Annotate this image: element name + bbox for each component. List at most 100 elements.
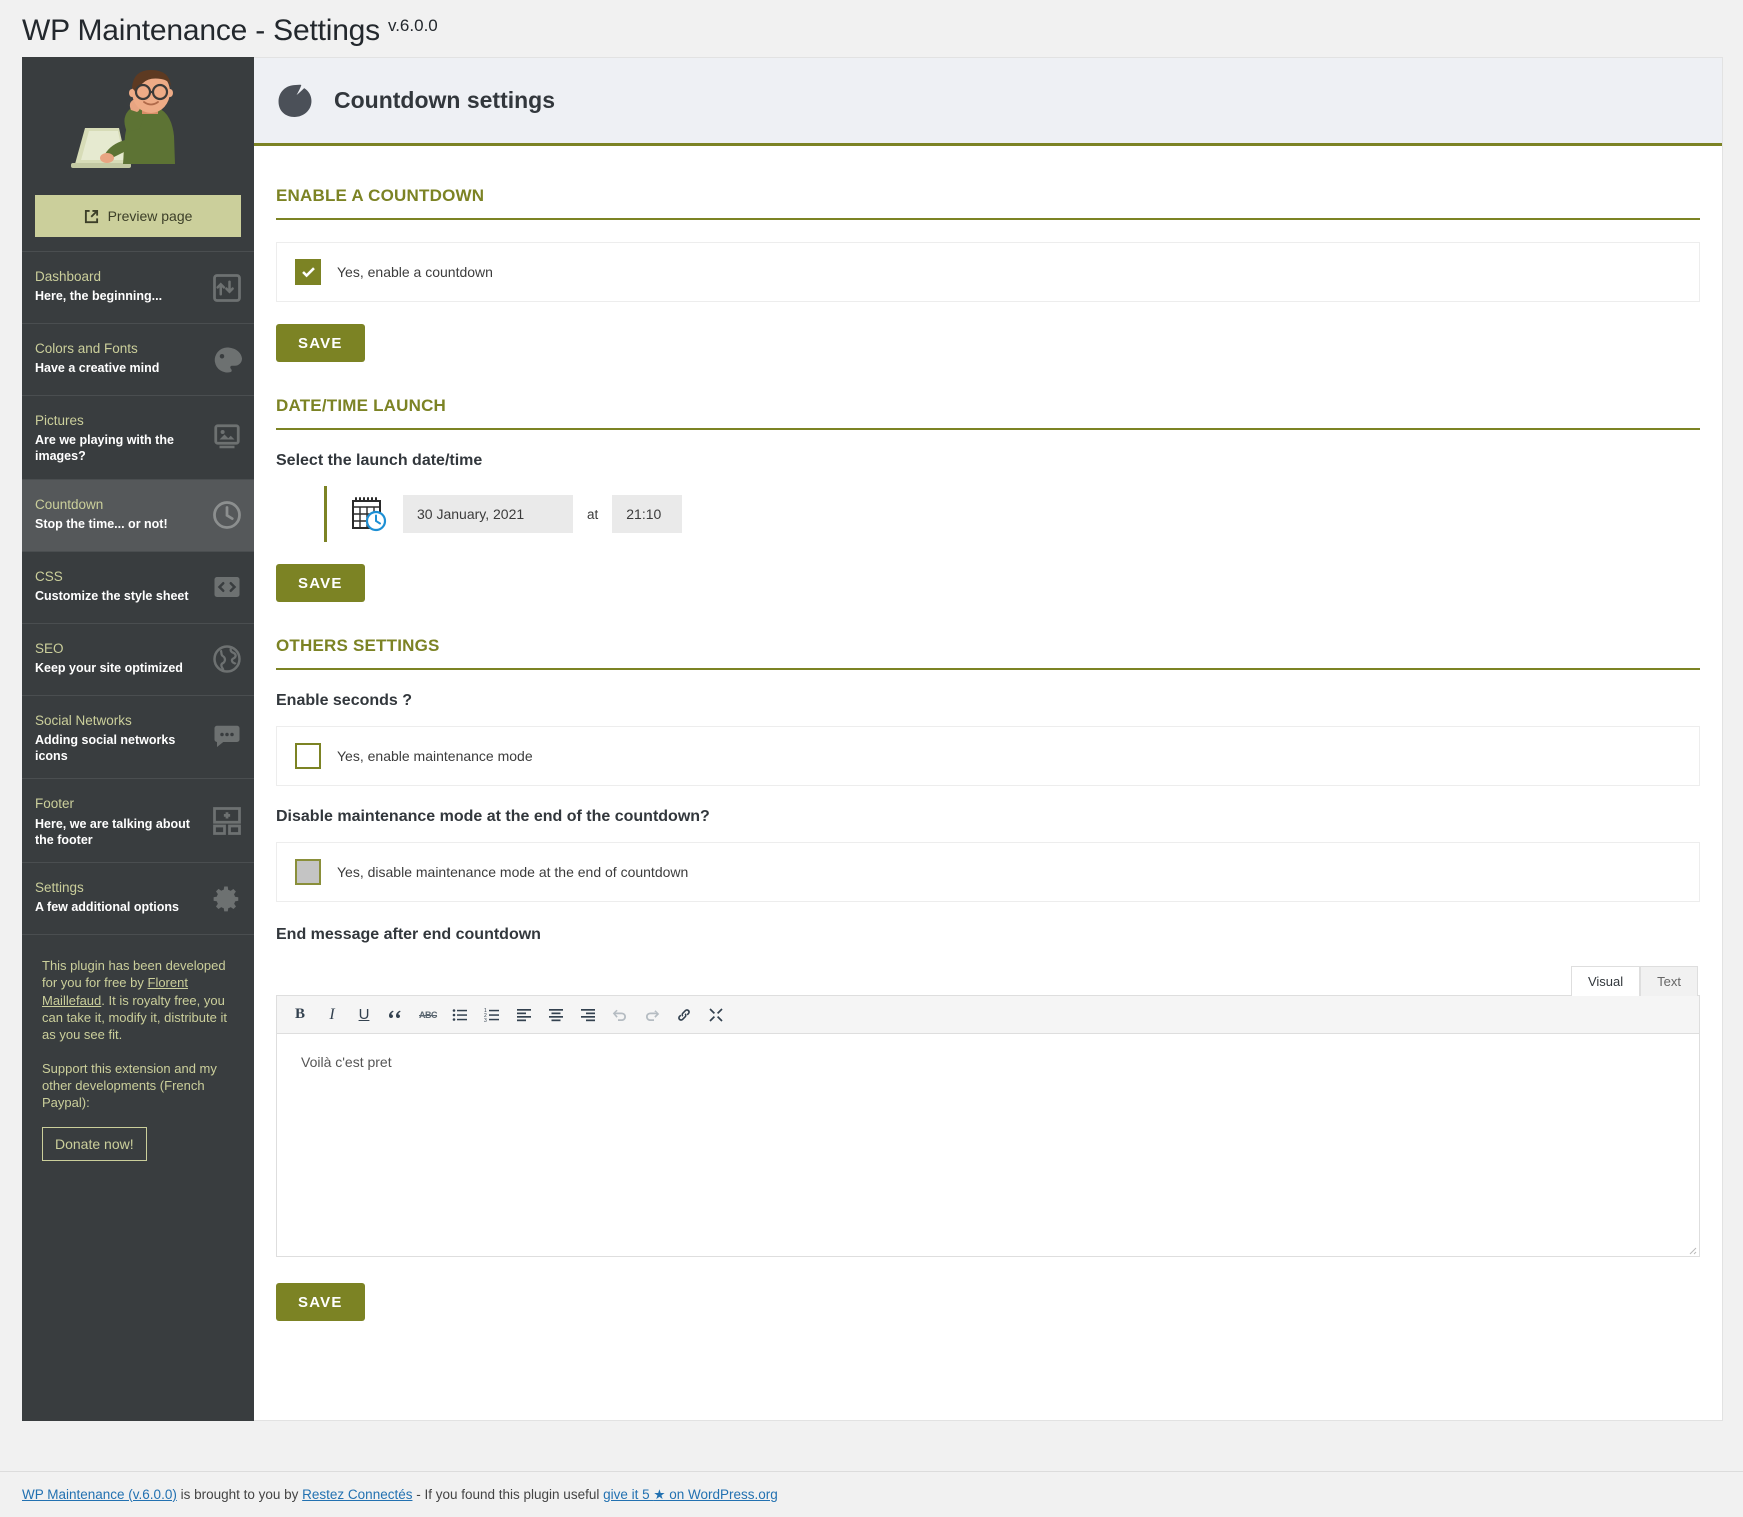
- section-title-enable-countdown: ENABLE A COUNTDOWN: [276, 186, 485, 205]
- sidebar-item-title: Dashboard: [35, 269, 102, 284]
- end-message-editor: Visual Text B I U ABC 1 2 3 Voilà c'est …: [276, 966, 1700, 1257]
- page-title-bar: WP Maintenance - Settings v.6.0.0: [0, 0, 1743, 57]
- sidebar-item-social-networks[interactable]: Social Networks Adding social networks i…: [22, 696, 254, 780]
- align-center-icon[interactable]: [541, 1000, 571, 1030]
- sidebar-credits: This plugin has been developed for you f…: [22, 935, 254, 1421]
- tab-visual[interactable]: Visual: [1570, 966, 1641, 996]
- editor-content-area[interactable]: Voilà c'est pret: [277, 1034, 1699, 1256]
- check-icon: [301, 266, 315, 277]
- numbered-list-icon[interactable]: 123: [477, 1000, 507, 1030]
- sidebar-item-footer[interactable]: Footer Here, we are talking about the fo…: [22, 779, 254, 864]
- palette-icon: [214, 347, 242, 372]
- chat-icon: [214, 725, 240, 748]
- developer-illustration-icon: [71, 70, 175, 168]
- sidebar-item-settings[interactable]: Settings A few additional options: [22, 863, 254, 936]
- content-body: ENABLE A COUNTDOWN Yes, enable a countdo…: [254, 146, 1722, 1321]
- blockquote-icon[interactable]: [381, 1000, 411, 1030]
- sidebar-item-subtitle: Adding social networks icons: [35, 732, 176, 764]
- page-title: WP Maintenance - Settings: [22, 14, 380, 47]
- enable-countdown-checkbox[interactable]: [295, 259, 321, 285]
- sidebar-item-subtitle: Stop the time... or not!: [35, 516, 168, 531]
- editor-content-text: Voilà c'est pret: [301, 1054, 392, 1070]
- footer-rate-link[interactable]: give it 5 ★ on WordPress.org: [603, 1487, 778, 1502]
- sidebar-item-dashboard[interactable]: Dashboard Here, the beginning...: [22, 252, 254, 324]
- bold-icon[interactable]: B: [285, 1000, 315, 1030]
- underline-icon[interactable]: U: [349, 1000, 379, 1030]
- footer-rate-post: on WordPress.org: [665, 1486, 778, 1502]
- sidebar-item-subtitle: Customize the style sheet: [35, 588, 189, 603]
- italic-icon[interactable]: I: [317, 1000, 347, 1030]
- editor-box: B I U ABC 123 Voilà c'est pret: [276, 995, 1700, 1257]
- sidebar-item-countdown[interactable]: Countdown Stop the time... or not!: [22, 479, 254, 552]
- sidebar-illustration: [22, 57, 254, 191]
- section-divider: [276, 668, 1700, 670]
- sidebar-menu: Dashboard Here, the beginning... Colors …: [22, 251, 254, 936]
- sidebar-item-seo[interactable]: SEO Keep your site optimized: [22, 624, 254, 696]
- enable-countdown-label: Yes, enable a countdown: [337, 264, 493, 280]
- save-button-datetime[interactable]: SAVE: [276, 564, 365, 602]
- sidebar: Preview page Dashboard Here, the beginni…: [22, 57, 254, 1421]
- align-left-icon[interactable]: [509, 1000, 539, 1030]
- disable-maintenance-label: Disable maintenance mode at the end of t…: [276, 808, 710, 825]
- editor-resize-handle[interactable]: [1685, 1242, 1697, 1255]
- strikethrough-icon[interactable]: ABC: [413, 1000, 443, 1030]
- redo-icon[interactable]: [637, 1000, 667, 1030]
- section-title-datetime-launch: DATE/TIME LAUNCH: [276, 396, 447, 415]
- fullscreen-icon[interactable]: [701, 1000, 731, 1030]
- image-icon: [214, 424, 240, 449]
- enable-countdown-row[interactable]: Yes, enable a countdown: [276, 242, 1700, 302]
- preview-page-label: Preview page: [107, 208, 193, 224]
- section-divider: [276, 428, 1700, 430]
- footer-text: WP Maintenance (v.6.0.0) is brought to y…: [22, 1487, 778, 1503]
- align-right-icon[interactable]: [573, 1000, 603, 1030]
- site-footer: WP Maintenance (v.6.0.0) is brought to y…: [0, 1471, 1743, 1517]
- editor-tabs: Visual Text: [276, 966, 1700, 996]
- sidebar-item-subtitle: Here, the beginning...: [35, 289, 163, 304]
- datetime-field-label: Select the launch date/time: [276, 452, 483, 469]
- sidebar-item-title: Pictures: [35, 413, 84, 428]
- footer-author-link[interactable]: Restez Connectés: [302, 1487, 412, 1502]
- save-button-others[interactable]: SAVE: [276, 1283, 365, 1321]
- launch-time-input[interactable]: [612, 495, 683, 533]
- disable-maintenance-row[interactable]: Yes, disable maintenance mode at the end…: [276, 842, 1700, 902]
- dashboard-icon: [213, 273, 241, 302]
- tab-text[interactable]: Text: [1640, 966, 1698, 996]
- footer-plugin-link[interactable]: WP Maintenance (v.6.0.0): [22, 1487, 177, 1502]
- link-icon[interactable]: [669, 1000, 699, 1030]
- sidebar-credits-text: This plugin has been developed for you f…: [42, 957, 234, 1043]
- editor-toolbar: B I U ABC 123: [277, 996, 1699, 1034]
- at-label: at: [587, 506, 599, 522]
- sidebar-item-css[interactable]: CSS Customize the style sheet: [22, 552, 254, 624]
- star-icon: ★: [653, 1486, 666, 1502]
- bullet-list-icon[interactable]: [445, 1000, 475, 1030]
- save-button-enable-countdown[interactable]: SAVE: [276, 324, 365, 362]
- footer-text-2: - If you found this plugin useful: [412, 1486, 604, 1502]
- sidebar-item-colors-and-fonts[interactable]: Colors and Fonts Have a creative mind: [22, 324, 254, 396]
- external-link-icon: [84, 209, 98, 223]
- credits-part1: This plugin has been developed for you f…: [42, 958, 226, 991]
- datetime-picker-row: at: [324, 486, 1700, 542]
- sidebar-item-pictures[interactable]: Pictures Are we playing with the images?: [22, 396, 254, 480]
- sidebar-item-title: Social Networks: [35, 712, 132, 728]
- gear-icon: [213, 886, 239, 912]
- disable-maintenance-checkbox[interactable]: [295, 859, 321, 885]
- page-version: v.6.0.0: [387, 16, 438, 35]
- footer-rate-pre: give it 5: [603, 1486, 654, 1502]
- section-title-others-settings: OTHERS SETTINGS: [276, 636, 440, 655]
- enable-seconds-row[interactable]: Yes, enable maintenance mode: [276, 726, 1700, 786]
- donate-button[interactable]: Donate now!: [42, 1127, 147, 1162]
- globe-icon: [213, 645, 241, 673]
- enable-seconds-checkbox[interactable]: [295, 743, 321, 769]
- sidebar-item-subtitle: Are we playing with the images?: [35, 433, 174, 464]
- layout-icon: [213, 806, 241, 835]
- disable-maintenance-checkbox-label: Yes, disable maintenance mode at the end…: [337, 864, 689, 880]
- sidebar-item-title: Footer: [35, 796, 75, 812]
- sidebar-item-subtitle: Keep your site optimized: [35, 660, 183, 675]
- launch-date-input[interactable]: [403, 495, 573, 533]
- section-divider: [276, 218, 1700, 220]
- sidebar-item-subtitle: A few additional options: [35, 900, 179, 915]
- sidebar-item-subtitle: Have a creative mind: [35, 361, 160, 376]
- undo-icon[interactable]: [605, 1000, 635, 1030]
- sidebar-item-title: SEO: [35, 640, 64, 656]
- preview-page-button[interactable]: Preview page: [35, 195, 241, 237]
